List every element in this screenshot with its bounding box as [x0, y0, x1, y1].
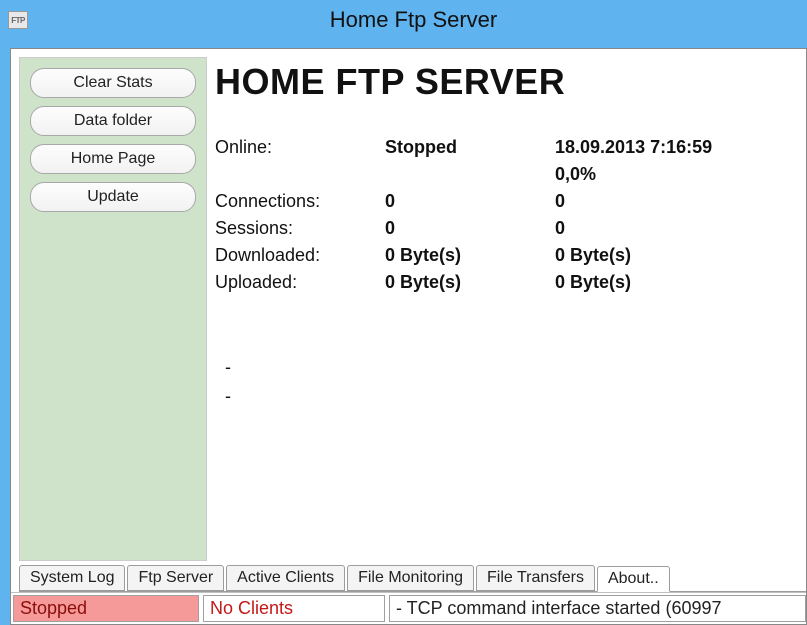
app-title: HOME FTP SERVER: [215, 61, 806, 103]
online-label: Online:: [215, 137, 385, 158]
downloaded-right: 0 Byte(s): [555, 245, 806, 266]
tab-file-transfers[interactable]: File Transfers: [476, 565, 595, 591]
downloaded-value: 0 Byte(s): [385, 245, 555, 266]
tab-active-clients[interactable]: Active Clients: [226, 565, 345, 591]
tab-file-monitoring[interactable]: File Monitoring: [347, 565, 474, 591]
uploaded-label: Uploaded:: [215, 272, 385, 293]
dash-item: -: [225, 353, 806, 382]
tab-about[interactable]: About..: [597, 566, 670, 592]
data-folder-button[interactable]: Data folder: [30, 106, 196, 136]
online-value: Stopped: [385, 137, 555, 158]
dash-list: - -: [215, 353, 806, 411]
app-icon: FTP: [8, 11, 28, 29]
window-title: Home Ftp Server: [28, 7, 799, 33]
client-area: Clear Stats Data folder Home Page Update…: [10, 48, 807, 625]
connections-right: 0: [555, 191, 806, 212]
uploaded-value: 0 Byte(s): [385, 272, 555, 293]
clear-stats-button[interactable]: Clear Stats: [30, 68, 196, 98]
update-button[interactable]: Update: [30, 182, 196, 212]
sidebar: Clear Stats Data folder Home Page Update: [19, 57, 207, 561]
content-panel: HOME FTP SERVER Online: Stopped 18.09.20…: [215, 57, 806, 561]
online-time: 18.09.2013 7:16:59: [555, 137, 806, 158]
stats-grid: Online: Stopped 18.09.2013 7:16:59 0,0% …: [215, 137, 806, 293]
sessions-label: Sessions:: [215, 218, 385, 239]
sessions-value: 0: [385, 218, 555, 239]
dash-item: -: [225, 382, 806, 411]
status-log-line: - TCP command interface started (60997: [389, 595, 806, 622]
downloaded-label: Downloaded:: [215, 245, 385, 266]
status-server-state: Stopped: [13, 595, 199, 622]
main-area: Clear Stats Data folder Home Page Update…: [11, 49, 806, 561]
uploaded-right: 0 Byte(s): [555, 272, 806, 293]
home-page-button[interactable]: Home Page: [30, 144, 196, 174]
tab-system-log[interactable]: System Log: [19, 565, 125, 591]
connections-value: 0: [385, 191, 555, 212]
status-clients: No Clients: [203, 595, 385, 622]
connections-label: Connections:: [215, 191, 385, 212]
status-bar: Stopped No Clients - TCP command interfa…: [11, 592, 806, 624]
tabs-row: System Log Ftp Server Active Clients Fil…: [11, 561, 806, 591]
titlebar: FTP Home Ftp Server: [0, 0, 807, 40]
tab-ftp-server[interactable]: Ftp Server: [127, 565, 224, 591]
sessions-right: 0: [555, 218, 806, 239]
percent-value: 0,0%: [555, 164, 806, 185]
